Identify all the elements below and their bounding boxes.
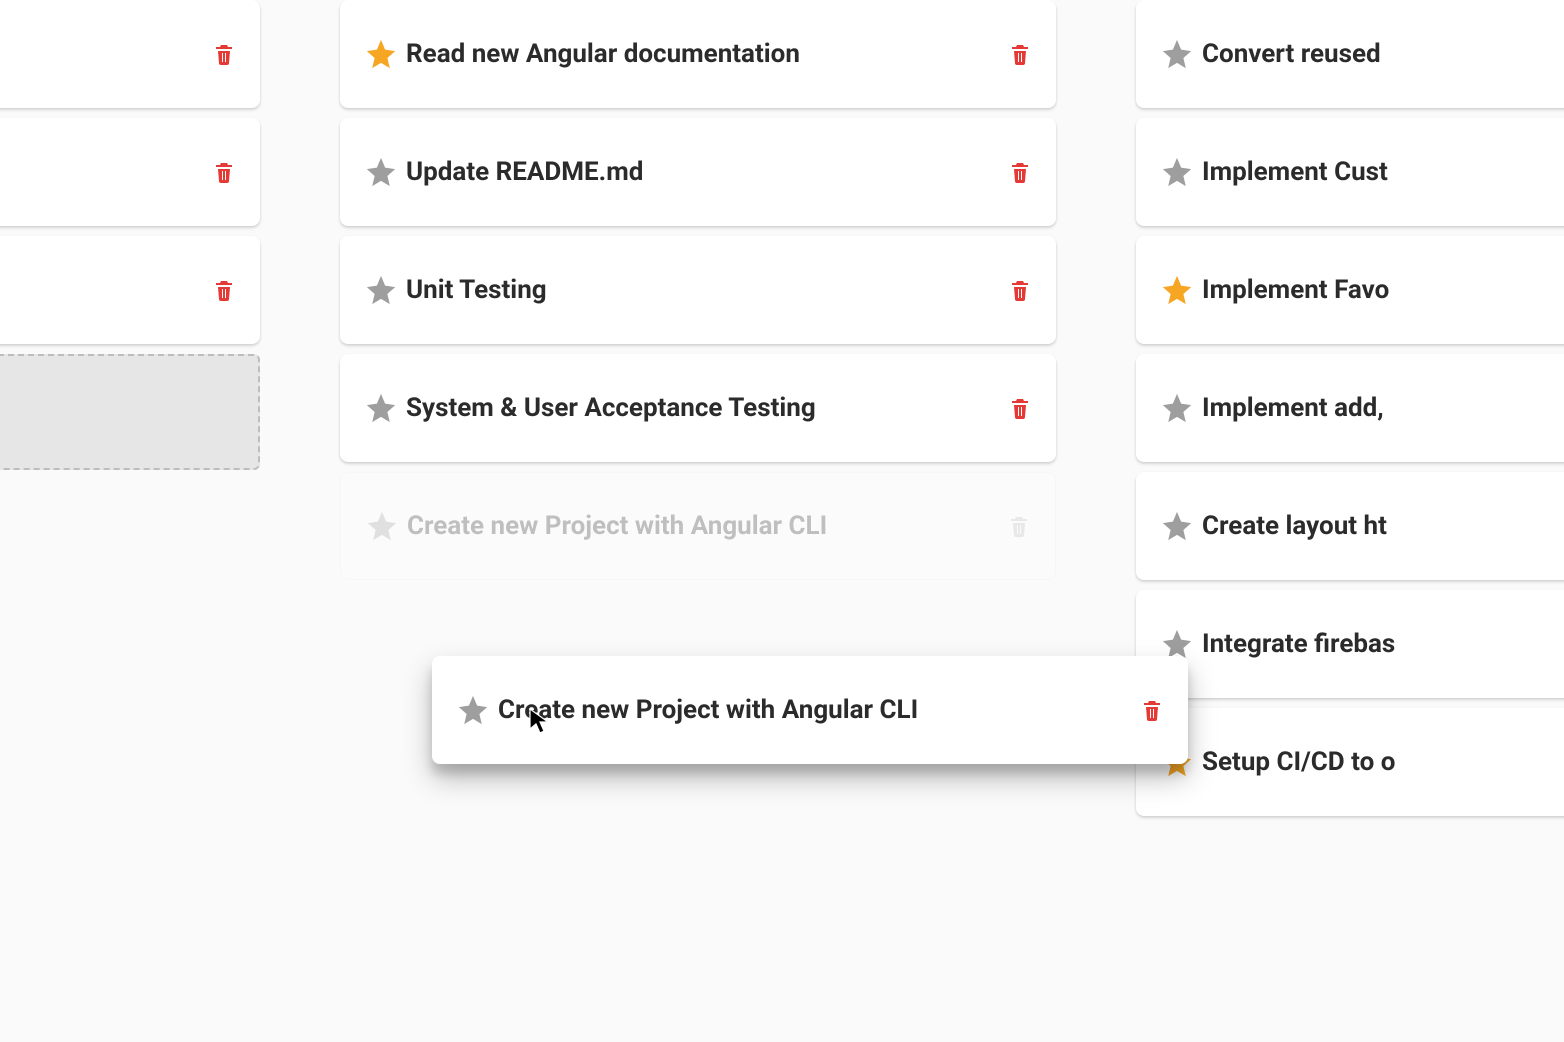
task-title: Create new Project with Angular CLI: [407, 511, 999, 541]
star-icon[interactable]: [1160, 273, 1194, 307]
star-icon[interactable]: [1160, 37, 1194, 71]
task-card[interactable]: System & User Acceptance Testing: [340, 354, 1056, 462]
star-icon[interactable]: [364, 37, 398, 71]
trash-icon: [1007, 512, 1031, 540]
trash-icon[interactable]: [1140, 696, 1164, 724]
star-icon[interactable]: [1160, 391, 1194, 425]
star-icon: [365, 509, 399, 543]
trash-icon[interactable]: [1008, 276, 1032, 304]
star-icon[interactable]: [456, 693, 490, 727]
task-title: e new list): [0, 275, 204, 305]
trash-icon[interactable]: [1008, 394, 1032, 422]
task-card[interactable]: Implement add,: [1136, 354, 1564, 462]
trash-icon[interactable]: [212, 276, 236, 304]
task-title: Update README.md: [406, 157, 1000, 187]
task-title: Create layout ht: [1202, 511, 1564, 541]
task-card[interactable]: Implement Favo: [1136, 236, 1564, 344]
star-icon[interactable]: [364, 391, 398, 425]
task-title: Read new Angular documentation: [406, 39, 1000, 69]
trash-icon[interactable]: [1008, 158, 1032, 186]
task-title: Implement Favo: [1202, 275, 1564, 305]
star-icon[interactable]: [1160, 155, 1194, 189]
cursor-icon: [528, 707, 552, 739]
task-card[interactable]: Convert reused: [1136, 0, 1564, 108]
star-icon[interactable]: [364, 273, 398, 307]
star-icon[interactable]: [1160, 509, 1194, 543]
task-title: lete: [0, 39, 204, 69]
task-card[interactable]: e new list): [0, 236, 260, 344]
task-title: Implement Cust: [1202, 157, 1564, 187]
trash-icon[interactable]: [212, 40, 236, 68]
star-icon[interactable]: [364, 155, 398, 189]
column-left: lete e new list): [0, 0, 278, 836]
task-card[interactable]: Integrate firebas: [1136, 590, 1564, 698]
task-card[interactable]: [0, 118, 260, 226]
task-card[interactable]: Read new Angular documentation: [340, 0, 1056, 108]
task-title: Convert reused: [1202, 39, 1564, 69]
task-card[interactable]: Create layout ht: [1136, 472, 1564, 580]
task-title: Create new Project with Angular CLI: [498, 695, 1132, 725]
task-card[interactable]: Unit Testing: [340, 236, 1056, 344]
task-title: Implement add,: [1202, 393, 1564, 423]
task-card[interactable]: lete: [0, 0, 260, 108]
trash-icon[interactable]: [212, 158, 236, 186]
trash-icon[interactable]: [1008, 40, 1032, 68]
task-title: Integrate firebas: [1202, 629, 1564, 659]
task-card[interactable]: Setup CI/CD to o: [1136, 708, 1564, 816]
task-title: Setup CI/CD to o: [1202, 747, 1564, 777]
task-card-ghost: Create new Project with Angular CLI: [340, 472, 1056, 580]
task-card[interactable]: Update README.md: [340, 118, 1056, 226]
task-card[interactable]: Implement Cust: [1136, 118, 1564, 226]
task-title: System & User Acceptance Testing: [406, 393, 1000, 423]
drop-zone[interactable]: [0, 354, 260, 470]
task-title: Unit Testing: [406, 275, 1000, 305]
